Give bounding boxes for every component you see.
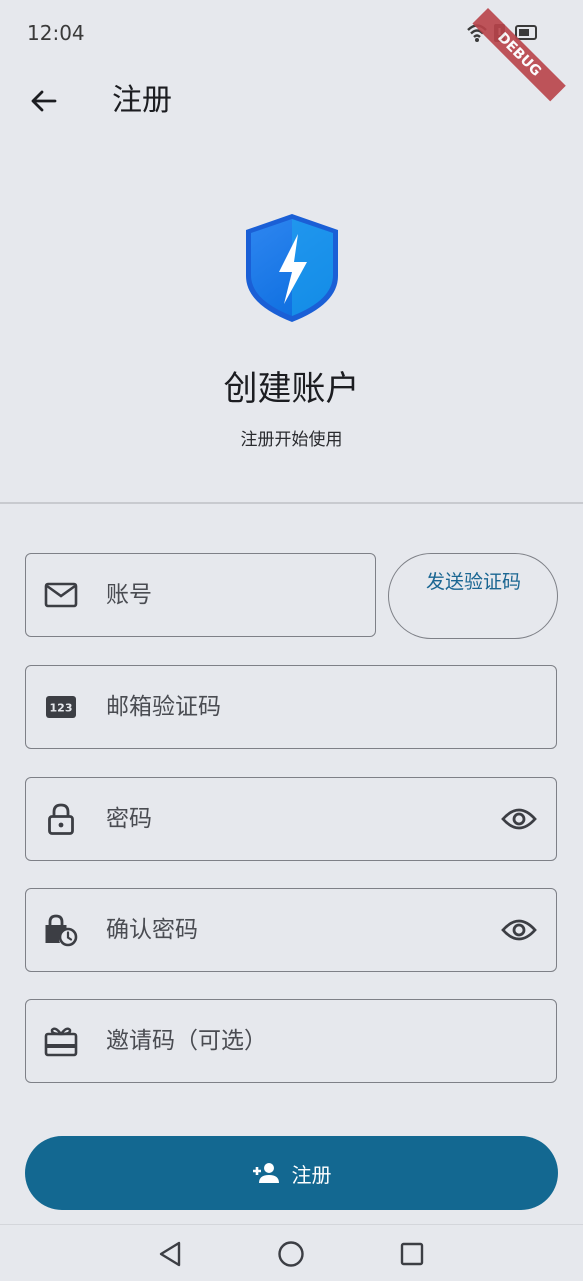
nav-back-icon xyxy=(159,1241,181,1267)
back-button[interactable] xyxy=(22,80,64,122)
nav-back-button[interactable] xyxy=(154,1238,186,1270)
lock-clock-icon xyxy=(44,913,78,947)
register-button[interactable]: 注册 xyxy=(25,1136,558,1210)
shield-bolt-logo xyxy=(246,214,338,322)
nav-recents-button[interactable] xyxy=(396,1238,428,1270)
battery-icon xyxy=(515,25,537,40)
status-time: 12:04 xyxy=(27,21,85,45)
svg-text:123: 123 xyxy=(50,702,73,715)
account-field[interactable] xyxy=(25,553,376,637)
email-code-input[interactable] xyxy=(106,666,486,748)
send-code-button[interactable]: 发送验证码 xyxy=(388,553,558,639)
nav-home-icon xyxy=(278,1241,304,1267)
nav-home-button[interactable] xyxy=(275,1238,307,1270)
hero-subtitle: 注册开始使用 xyxy=(240,430,343,450)
password-input[interactable] xyxy=(106,778,486,860)
page-title: 注册 xyxy=(112,83,172,118)
gift-card-icon xyxy=(44,1024,78,1058)
account-input[interactable] xyxy=(106,554,356,636)
password-field[interactable] xyxy=(25,777,557,861)
register-button-label: 注册 xyxy=(291,1162,332,1187)
eye-icon[interactable] xyxy=(500,911,538,949)
email-code-field[interactable]: 123 xyxy=(25,665,557,749)
invite-code-input[interactable] xyxy=(106,1000,486,1082)
person-add-icon xyxy=(252,1161,282,1185)
confirm-password-input[interactable] xyxy=(106,889,486,971)
number-123-icon: 123 xyxy=(44,690,78,724)
divider xyxy=(0,502,583,504)
lock-icon xyxy=(44,802,78,836)
confirm-password-field[interactable] xyxy=(25,888,557,972)
invite-code-field[interactable] xyxy=(25,999,557,1083)
hero-title: 创建账户 xyxy=(223,369,360,409)
nav-recents-icon xyxy=(400,1242,424,1266)
eye-icon[interactable] xyxy=(500,800,538,838)
arrow-left-icon xyxy=(31,90,57,112)
mail-icon xyxy=(44,578,78,612)
